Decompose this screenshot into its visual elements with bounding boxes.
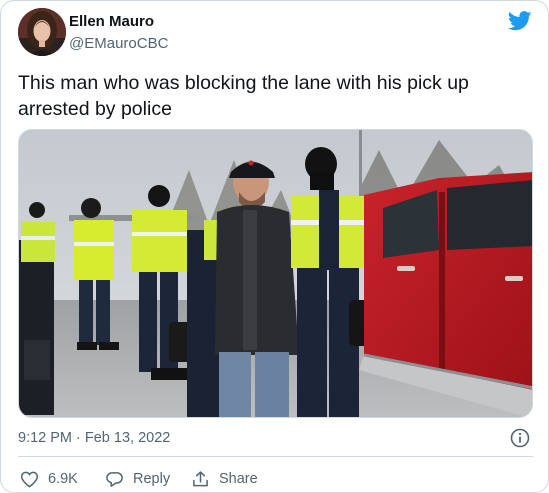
divider — [18, 456, 533, 457]
tweet-timestamp[interactable]: 9:12 PM · Feb 13, 2022 — [18, 430, 170, 446]
share-icon — [193, 470, 208, 486]
info-icon[interactable] — [510, 428, 530, 448]
tweet-card: Ellen Mauro @EMauroCBC This man who was … — [0, 0, 549, 493]
reply-label: Reply — [133, 471, 171, 487]
tweet-text: This man who was blocking the lane with … — [18, 72, 469, 120]
like-count: 6.9K — [48, 471, 78, 487]
share-button[interactable]: Share — [191, 468, 258, 490]
share-label: Share — [219, 471, 258, 487]
like-button[interactable]: 6.9K — [20, 468, 78, 490]
heart-icon — [20, 471, 39, 488]
reply-button[interactable]: Reply — [105, 468, 170, 490]
tweet-photo[interactable] — [18, 129, 533, 418]
reply-bubble-icon — [106, 471, 123, 487]
author-handle[interactable]: @EMauroCBC — [69, 35, 168, 52]
author-display-name[interactable]: Ellen Mauro — [69, 13, 154, 30]
twitter-bird-icon[interactable] — [508, 11, 532, 31]
author-avatar[interactable] — [18, 8, 66, 56]
